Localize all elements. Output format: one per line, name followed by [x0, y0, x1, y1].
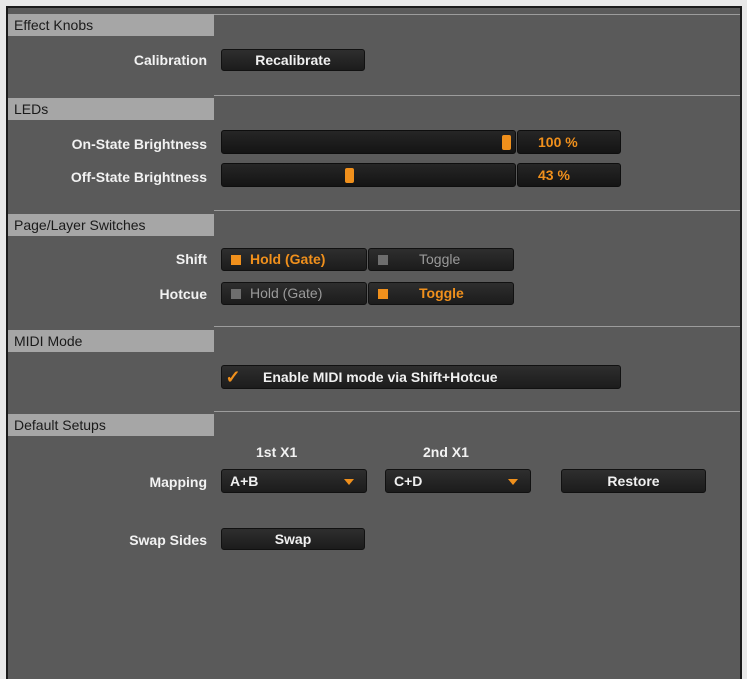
- section-header-leds: LEDs: [8, 98, 214, 120]
- separator: [214, 95, 740, 96]
- hotcue-label: Hotcue: [159, 286, 207, 302]
- option-label: Hold (Gate): [250, 251, 326, 267]
- section-header-page-layer-switches: Page/Layer Switches: [8, 214, 214, 236]
- controller-preferences-panel: Effect Knobs Calibration Recalibrate LED…: [6, 6, 742, 679]
- selected-indicator: [378, 289, 388, 299]
- chevron-down-icon: [344, 479, 354, 485]
- check-icon: ✓: [225, 367, 241, 387]
- recalibrate-button[interactable]: Recalibrate: [221, 49, 365, 71]
- off-state-brightness-label: Off-State Brightness: [70, 169, 207, 185]
- second-x1-column-header: 2nd X1: [423, 444, 469, 460]
- swap-button[interactable]: Swap: [221, 528, 365, 550]
- dropdown-value: C+D: [394, 473, 423, 489]
- calibration-label: Calibration: [133, 52, 207, 68]
- option-label: Toggle: [419, 251, 461, 267]
- chevron-down-icon: [508, 479, 518, 485]
- separator: [214, 14, 740, 15]
- dropdown-value: A+B: [230, 473, 259, 489]
- separator: [214, 326, 740, 327]
- slider-thumb[interactable]: [502, 135, 511, 150]
- enable-midi-mode-label: Enable MIDI mode via Shift+Hotcue: [263, 369, 498, 385]
- unselected-indicator: [231, 289, 241, 299]
- first-x1-mapping-dropdown[interactable]: A+B: [221, 469, 367, 493]
- section-header-effect-knobs: Effect Knobs: [8, 14, 214, 36]
- slider-thumb[interactable]: [344, 168, 354, 183]
- off-state-brightness-slider[interactable]: [221, 163, 516, 187]
- unselected-indicator: [378, 255, 388, 265]
- on-state-brightness-slider[interactable]: [221, 130, 516, 154]
- shift-label: Shift: [175, 251, 207, 267]
- hotcue-toggle-toggle[interactable]: Toggle: [368, 282, 514, 305]
- shift-toggle-toggle[interactable]: Toggle: [368, 248, 514, 271]
- on-state-brightness-label: On-State Brightness: [71, 136, 207, 152]
- option-label: Toggle: [419, 285, 464, 301]
- swap-sides-label: Swap Sides: [129, 532, 207, 548]
- mapping-label: Mapping: [149, 474, 207, 490]
- first-x1-column-header: 1st X1: [256, 444, 298, 460]
- separator: [214, 210, 740, 211]
- restore-button[interactable]: Restore: [561, 469, 706, 493]
- on-state-brightness-value[interactable]: 100 %: [517, 130, 621, 154]
- selected-indicator: [231, 255, 241, 265]
- enable-midi-mode-checkbox[interactable]: ✓ Enable MIDI mode via Shift+Hotcue: [221, 365, 621, 389]
- separator: [214, 411, 740, 412]
- second-x1-mapping-dropdown[interactable]: C+D: [385, 469, 531, 493]
- off-state-brightness-value[interactable]: 43 %: [517, 163, 621, 187]
- section-header-default-setups: Default Setups: [8, 414, 214, 436]
- hotcue-hold-gate-toggle[interactable]: Hold (Gate): [221, 282, 367, 305]
- option-label: Hold (Gate): [250, 285, 323, 301]
- shift-hold-gate-toggle[interactable]: Hold (Gate): [221, 248, 367, 271]
- section-header-midi-mode: MIDI Mode: [8, 330, 214, 352]
